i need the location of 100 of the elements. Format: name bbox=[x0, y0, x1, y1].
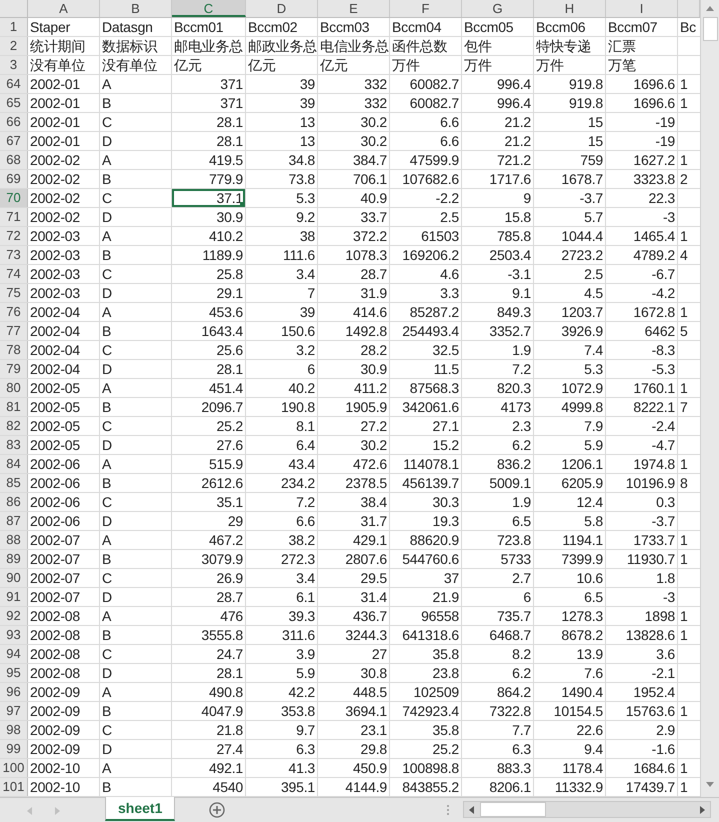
table-cell: C bbox=[102, 113, 112, 131]
table-cell: 11930.7 bbox=[626, 550, 675, 568]
table-cell: 5.3 bbox=[296, 189, 315, 207]
table-cell: A bbox=[102, 683, 112, 701]
table-cell: 31.9 bbox=[360, 284, 387, 302]
table-cell: 419.5 bbox=[208, 151, 243, 169]
table-cell: 4 bbox=[680, 246, 688, 264]
table-cell: 39 bbox=[300, 75, 315, 93]
table-cell: B bbox=[102, 322, 112, 340]
table-cell: 332 bbox=[364, 75, 387, 93]
table-cell: B bbox=[102, 170, 112, 188]
next-sheet-icon[interactable] bbox=[52, 806, 62, 816]
table-cell: 4999.8 bbox=[561, 398, 603, 416]
scroll-down-icon[interactable] bbox=[705, 779, 715, 789]
table-cell: 47599.9 bbox=[410, 151, 459, 169]
table-cell: B bbox=[102, 626, 112, 644]
table-cell: 2002-06 bbox=[30, 512, 80, 530]
table-cell: 1 bbox=[680, 379, 688, 397]
column-header[interactable]: C bbox=[204, 0, 214, 15]
column-header[interactable]: B bbox=[131, 0, 140, 17]
table-cell: 2002-07 bbox=[30, 588, 80, 606]
table-cell: B bbox=[102, 94, 112, 112]
table-cell: 6.1 bbox=[296, 588, 315, 606]
table-cell: 1 bbox=[680, 227, 688, 245]
scroll-up-icon[interactable] bbox=[705, 4, 715, 14]
table-cell: 40.9 bbox=[360, 189, 387, 207]
table-cell: 742923.4 bbox=[402, 702, 459, 720]
vertical-scrollbar[interactable] bbox=[700, 0, 719, 797]
table-cell: 2002-05 bbox=[30, 417, 80, 435]
table-cell: Bccm01 bbox=[174, 18, 224, 36]
table-cell: 1.9 bbox=[512, 341, 531, 359]
column-header[interactable]: I bbox=[640, 0, 644, 17]
table-cell: D bbox=[102, 664, 112, 682]
table-cell: 亿元 bbox=[320, 56, 348, 74]
column-header[interactable]: E bbox=[349, 0, 358, 17]
table-cell: 35.8 bbox=[432, 721, 459, 739]
table-cell: 411.2 bbox=[354, 379, 387, 397]
table-cell: 2.3 bbox=[512, 417, 531, 435]
table-cell: 17439.7 bbox=[626, 778, 675, 796]
horizontal-scrollbar[interactable] bbox=[463, 801, 712, 818]
table-cell: 996.4 bbox=[496, 94, 531, 112]
table-cell: 169206.2 bbox=[402, 246, 459, 264]
table-cell: 2807.6 bbox=[345, 550, 387, 568]
table-cell: A bbox=[102, 75, 112, 93]
table-cell: 2002-07 bbox=[30, 550, 80, 568]
table-cell: 29 bbox=[228, 512, 243, 530]
sheet-tab[interactable]: sheet1 bbox=[105, 797, 176, 821]
column-header[interactable]: F bbox=[422, 0, 430, 17]
table-cell: 28.7 bbox=[360, 265, 387, 283]
table-cell: 332 bbox=[364, 94, 387, 112]
table-cell: 7.7 bbox=[512, 721, 531, 739]
table-cell: 6.2 bbox=[512, 436, 531, 454]
table-cell: 2002-09 bbox=[30, 702, 80, 720]
splitter-icon[interactable] bbox=[446, 804, 450, 816]
column-header[interactable]: G bbox=[492, 0, 503, 17]
table-cell: 13 bbox=[300, 113, 315, 131]
table-cell: B bbox=[102, 778, 112, 796]
column-header[interactable]: H bbox=[564, 0, 574, 17]
table-cell: 3.4 bbox=[296, 265, 315, 283]
table-cell: 1 bbox=[680, 626, 688, 644]
table-cell: 87568.3 bbox=[410, 379, 459, 397]
table-cell: -6.7 bbox=[652, 265, 675, 283]
table-cell: 4.6 bbox=[440, 265, 459, 283]
table-cell: 759 bbox=[580, 151, 603, 169]
table-cell: 亿元 bbox=[248, 56, 276, 74]
table-cell: 1492.8 bbox=[345, 322, 387, 340]
table-cell: 5 bbox=[680, 322, 688, 340]
table-cell: 2002-06 bbox=[30, 455, 80, 473]
scroll-thumb[interactable] bbox=[702, 17, 718, 41]
table-cell: 2.5 bbox=[584, 265, 603, 283]
table-cell: 1206.1 bbox=[561, 455, 603, 473]
table-cell: 23.1 bbox=[360, 721, 387, 739]
table-cell: 1952.4 bbox=[633, 683, 675, 701]
table-cell: 1490.4 bbox=[561, 683, 603, 701]
table-cell: -3.7 bbox=[580, 189, 603, 207]
table-cell: 2002-03 bbox=[30, 246, 80, 264]
scroll-right-icon[interactable] bbox=[697, 804, 708, 814]
previous-sheet-icon[interactable] bbox=[25, 806, 35, 816]
table-cell: 1 bbox=[680, 455, 688, 473]
table-cell: 472.6 bbox=[352, 455, 387, 473]
table-cell: 1905.9 bbox=[345, 398, 387, 416]
table-cell: -3.1 bbox=[508, 265, 531, 283]
table-cell: 234.2 bbox=[280, 474, 315, 492]
table-cell: -2.1 bbox=[652, 664, 675, 682]
table-cell: 24.7 bbox=[216, 645, 243, 663]
table-cell: 28.7 bbox=[216, 588, 243, 606]
table-cell: 万件 bbox=[536, 56, 564, 74]
table-cell: 1 bbox=[680, 303, 688, 321]
add-sheet-icon[interactable] bbox=[209, 802, 226, 818]
table-cell: 39.3 bbox=[288, 607, 315, 625]
table-cell: 3.6 bbox=[656, 645, 675, 663]
column-header[interactable]: A bbox=[59, 0, 68, 17]
scroll-thumb[interactable] bbox=[480, 802, 546, 817]
table-cell: D bbox=[102, 588, 112, 606]
table-cell: 2.7 bbox=[512, 569, 531, 587]
column-header[interactable]: D bbox=[276, 0, 286, 17]
table-cell: -3.7 bbox=[652, 512, 675, 530]
table-cell: 1898 bbox=[644, 607, 675, 625]
table-cell: 2378.5 bbox=[345, 474, 387, 492]
table-cell: 2002-10 bbox=[30, 778, 80, 796]
